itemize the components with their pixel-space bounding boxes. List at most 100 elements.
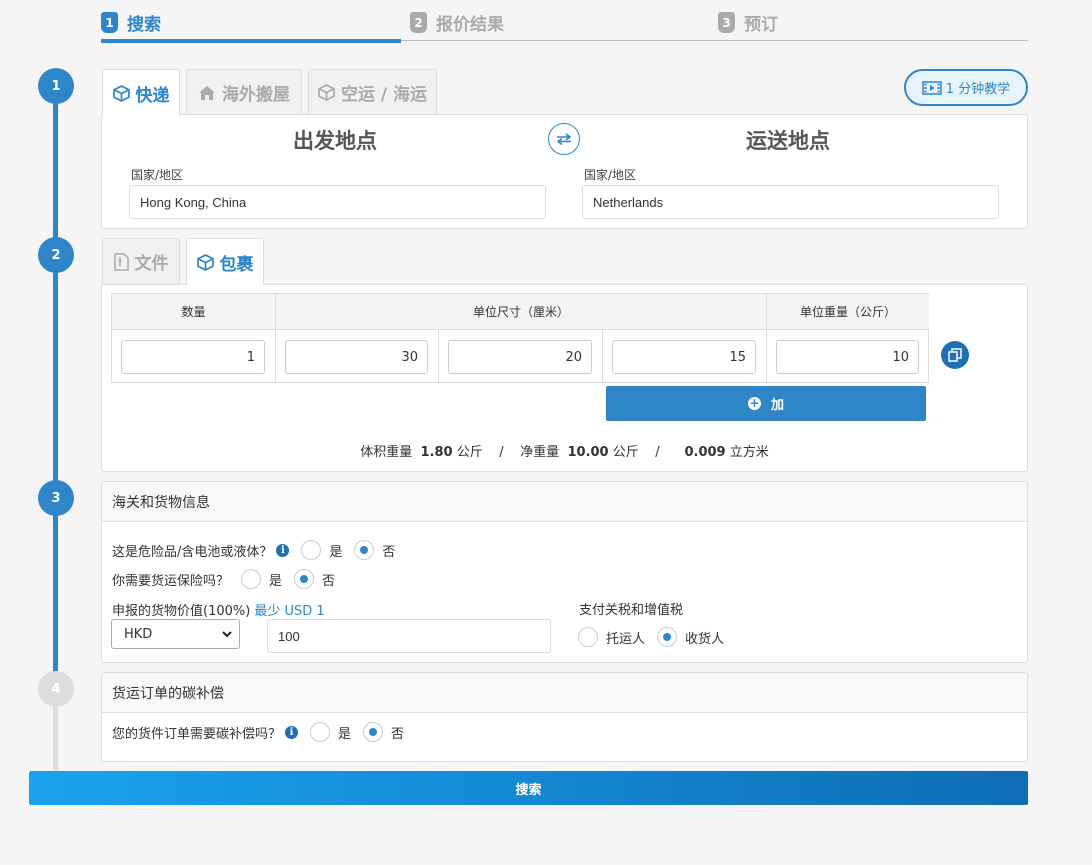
- carbon-yes-radio[interactable]: [310, 722, 331, 742]
- progress-steps: 1 搜索 2 报价结果 3 预订: [101, 0, 1028, 44]
- tab-documents[interactable]: 文件: [102, 238, 180, 284]
- tab-air-sea[interactable]: 空运 / 海运: [308, 69, 437, 115]
- tutorial-video-button[interactable]: 1 分钟教学: [904, 69, 1028, 106]
- tab-overseas-moving[interactable]: 海外搬屋: [186, 69, 302, 115]
- weight-header: 单位重量（公斤）: [767, 294, 929, 330]
- origin-country-label: 国家/地区: [131, 168, 184, 182]
- swap-locations-button[interactable]: [548, 123, 580, 155]
- no-label: 否: [391, 726, 405, 742]
- qty-header: 数量: [112, 294, 276, 330]
- add-package-button[interactable]: + 加: [606, 386, 926, 421]
- yes-label: 是: [338, 726, 352, 742]
- film-icon: [922, 80, 942, 95]
- swap-icon: [556, 133, 572, 145]
- timeline-step-1: 1: [38, 68, 74, 104]
- tab-parcels[interactable]: 包裹: [186, 238, 264, 285]
- summary-separator: /: [655, 445, 660, 460]
- yes-label: 是: [329, 544, 343, 560]
- length-cell: 30: [276, 330, 439, 382]
- summary-separator: /: [499, 445, 504, 460]
- height-cell: 15: [603, 330, 767, 382]
- origin-country-input[interactable]: Hong Kong, China: [129, 185, 546, 219]
- insurance-row: 你需要货运保险吗？ 是 否: [112, 569, 335, 589]
- dangerous-goods-row: 这是危险品/含电池或液体？ i 是 否: [112, 540, 395, 560]
- declared-value-label-row: 申报的货物价值(100%) 最少 USD 1: [112, 600, 325, 619]
- declared-value-minimum: 最少 USD 1: [254, 604, 325, 619]
- destination-country-input[interactable]: Netherlands: [582, 185, 999, 219]
- dims-header: 单位尺寸（厘米）: [276, 294, 767, 330]
- tab-label: 快递: [135, 85, 170, 106]
- add-label: 加: [770, 398, 784, 413]
- volumetric-weight-unit: 公斤: [456, 445, 483, 460]
- qty-cell: 1: [112, 330, 276, 382]
- consignee-label: 收货人: [685, 631, 725, 647]
- carbon-panel: 货运订单的碳补偿: [101, 672, 1028, 762]
- timeline-line-active: [53, 86, 58, 676]
- yes-label: 是: [269, 573, 283, 589]
- duties-label-row: 支付关税和增值税: [579, 599, 683, 618]
- box-icon: [196, 253, 214, 271]
- document-icon: [113, 252, 129, 271]
- width-input[interactable]: 20: [448, 340, 592, 374]
- carbon-question: 您的货件订单需要碳补偿吗？: [112, 726, 282, 742]
- volume-value: 0.009: [684, 445, 726, 460]
- search-label: 搜索: [515, 782, 542, 798]
- height-input[interactable]: 15: [612, 340, 756, 374]
- step-quote-results[interactable]: 2 报价结果: [410, 10, 504, 35]
- duties-consignee-radio[interactable]: [657, 627, 678, 647]
- plus-icon: +: [747, 396, 761, 410]
- box-icon: [318, 84, 335, 101]
- weight-input[interactable]: 10: [776, 340, 919, 374]
- currency-select[interactable]: HKD: [111, 619, 240, 649]
- tab-express[interactable]: 快递: [102, 69, 180, 116]
- copy-icon: [948, 348, 962, 362]
- net-weight-unit: 公斤: [612, 445, 639, 460]
- step-label: 搜索: [127, 15, 161, 35]
- net-weight-label: 净重量: [520, 445, 560, 460]
- customs-title: 海关和货物信息: [102, 482, 1027, 522]
- origin-title: 出发地点: [293, 129, 377, 153]
- timeline-step-3: 3: [38, 480, 74, 516]
- dangerous-no-radio[interactable]: [354, 540, 375, 560]
- step-label: 预订: [744, 15, 778, 35]
- duties-label: 支付关税和增值税: [579, 603, 684, 618]
- destination-title: 运送地点: [746, 129, 830, 153]
- destination-country-label: 国家/地区: [584, 168, 637, 182]
- weight-cell: 10: [767, 330, 929, 382]
- carbon-row: 您的货件订单需要碳补偿吗？ i 是 否: [112, 722, 404, 742]
- insurance-no-radio[interactable]: [294, 569, 315, 589]
- declared-value-input[interactable]: 100: [267, 619, 551, 653]
- tutorial-label: 1 分钟教学: [945, 82, 1011, 97]
- timeline-step-2: 2: [38, 237, 74, 273]
- insurance-yes-radio[interactable]: [241, 569, 262, 589]
- info-icon[interactable]: i: [285, 725, 299, 739]
- duties-shipper-radio[interactable]: [578, 627, 598, 647]
- package-table: 数量 单位尺寸（厘米） 单位重量（公斤） 1 30 20 15 10: [111, 293, 929, 383]
- tab-label: 空运 / 海运: [340, 85, 428, 105]
- currency-value: HKD: [124, 626, 153, 642]
- info-icon[interactable]: i: [276, 543, 290, 557]
- step-booking[interactable]: 3 预订: [718, 10, 778, 35]
- copy-row-button[interactable]: [941, 341, 969, 369]
- width-cell: 20: [439, 330, 603, 382]
- no-label: 否: [382, 544, 396, 560]
- tab-label: 包裹: [219, 254, 254, 275]
- length-input[interactable]: 30: [285, 340, 428, 374]
- dangerous-goods-question: 这是危险品/含电池或液体？: [112, 544, 273, 560]
- home-icon: [199, 85, 215, 100]
- dangerous-yes-radio[interactable]: [301, 540, 322, 560]
- tab-label: 海外搬屋: [222, 85, 290, 105]
- search-button[interactable]: 搜索: [29, 771, 1028, 805]
- step-search[interactable]: 1 搜索: [101, 10, 161, 35]
- volumetric-weight-label: 体积重量: [360, 445, 413, 460]
- declared-value-label: 申报的货物价值(100%): [112, 604, 251, 619]
- insurance-question: 你需要货运保险吗？: [112, 573, 230, 589]
- shipper-label: 托运人: [606, 631, 646, 647]
- quantity-input[interactable]: 1: [121, 340, 265, 374]
- carbon-no-radio[interactable]: [363, 722, 384, 742]
- no-label: 否: [322, 573, 336, 589]
- step-number: 3: [718, 12, 735, 33]
- chevron-down-icon: [222, 631, 232, 638]
- duties-payer-row: 托运人 收货人: [570, 627, 724, 647]
- carbon-title: 货运订单的碳补偿: [102, 673, 1027, 713]
